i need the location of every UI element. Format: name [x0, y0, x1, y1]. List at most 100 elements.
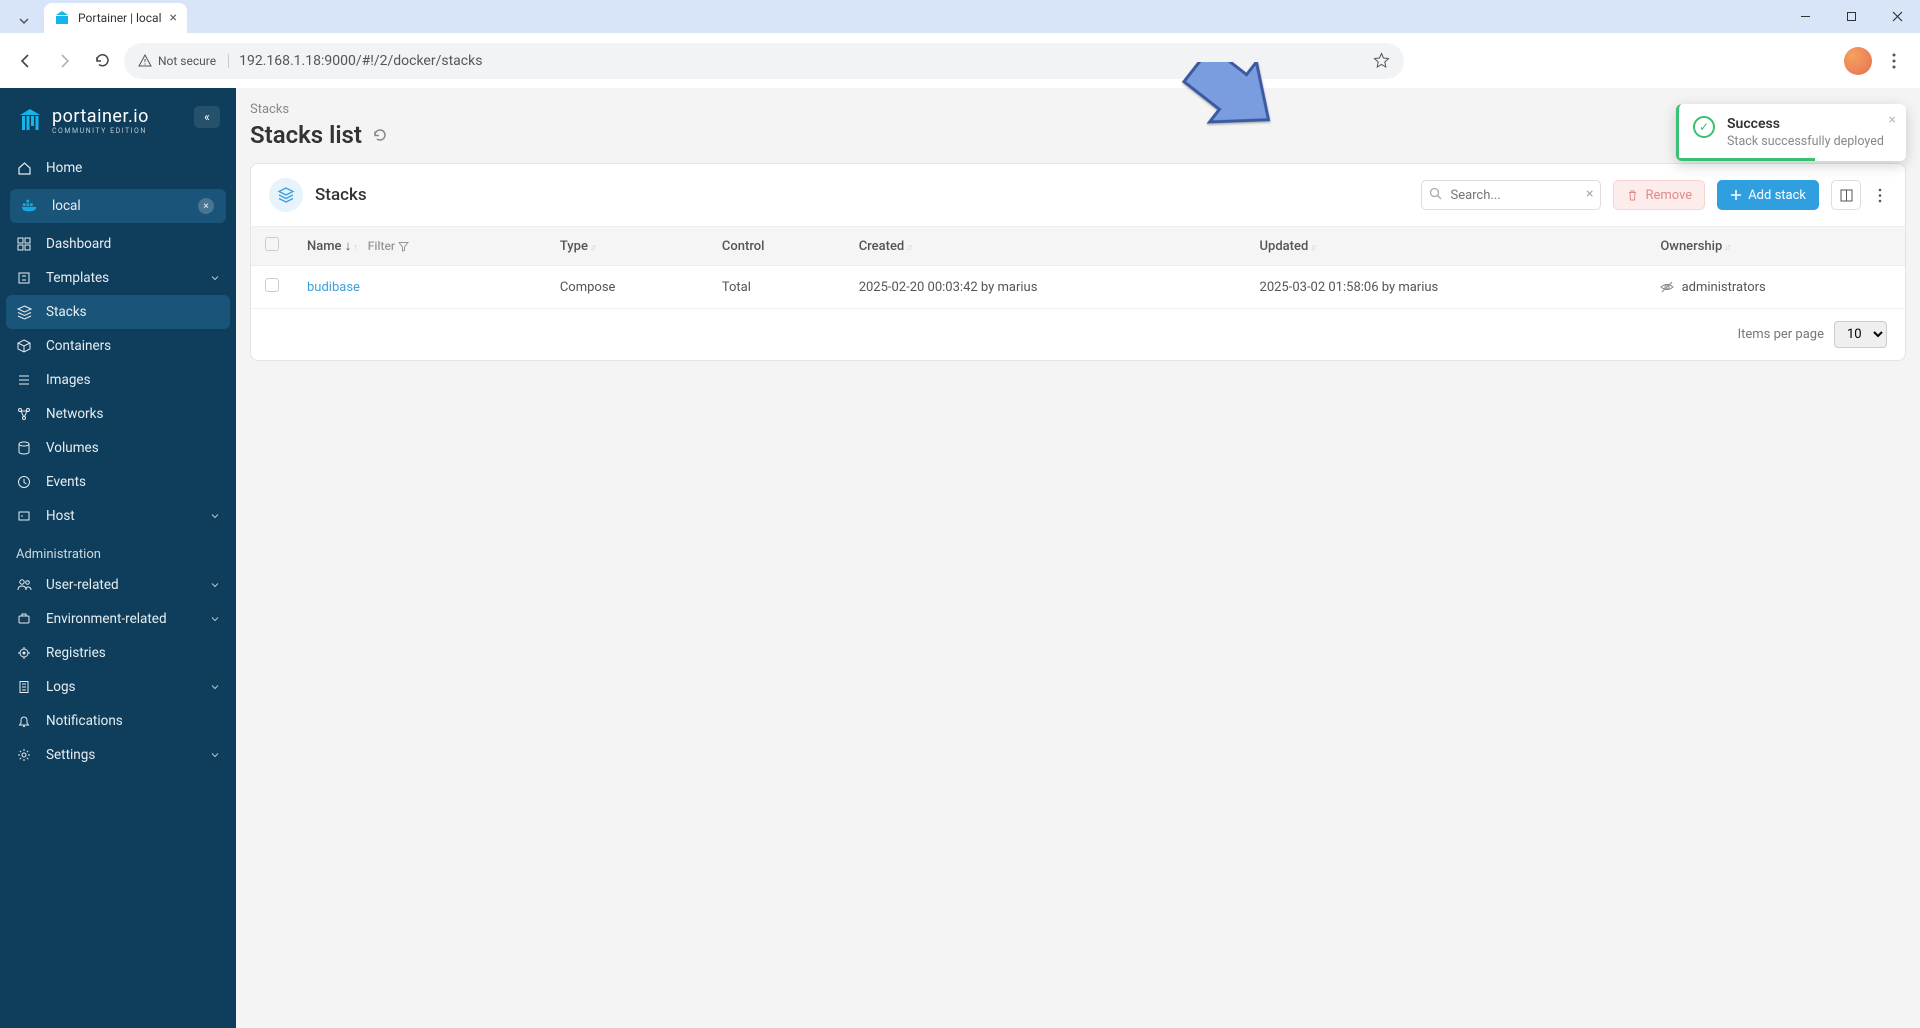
- events-icon: [16, 474, 32, 490]
- sidebar-item-label: Home: [46, 160, 82, 176]
- breadcrumb: Stacks: [250, 102, 1906, 117]
- toast-close-icon[interactable]: ×: [1889, 112, 1896, 128]
- dashboard-icon: [16, 236, 32, 252]
- row-checkbox[interactable]: [265, 278, 279, 292]
- browser-back-button[interactable]: [10, 45, 42, 77]
- tab-close-icon[interactable]: ×: [170, 10, 177, 26]
- chevron-down-icon: [210, 682, 220, 692]
- bookmark-star-icon[interactable]: [1373, 52, 1390, 69]
- columns-button[interactable]: [1831, 180, 1861, 210]
- stack-name-link[interactable]: budibase: [307, 280, 360, 295]
- column-updated[interactable]: Updated↓↑: [1246, 227, 1647, 266]
- tab-title: Portainer | local: [78, 11, 162, 25]
- window-minimize-button[interactable]: [1782, 0, 1828, 33]
- browser-tab[interactable]: Portainer | local ×: [44, 3, 187, 33]
- sidebar-item-label: Events: [46, 474, 86, 490]
- sidebar-item-label: Logs: [46, 679, 76, 695]
- sidebar-item-notifications[interactable]: Notifications: [0, 704, 236, 738]
- cell-ownership: administrators: [1646, 266, 1905, 309]
- plus-icon: [1730, 189, 1742, 201]
- cell-type: Compose: [546, 266, 708, 309]
- bell-icon: [16, 713, 32, 729]
- containers-icon: [16, 338, 32, 354]
- cell-control: Total: [708, 266, 845, 309]
- gear-icon: [16, 747, 32, 763]
- card-title: Stacks: [315, 185, 1409, 205]
- sidebar-item-host[interactable]: Host: [0, 499, 236, 533]
- sidebar-item-label: Stacks: [46, 304, 87, 320]
- home-icon: [16, 160, 32, 176]
- main-content: Stacks Stacks list Stacks × Remove: [236, 88, 1920, 1028]
- sidebar-item-containers[interactable]: Containers: [0, 329, 236, 363]
- sidebar-item-label: Volumes: [46, 440, 99, 456]
- page-title: Stacks list: [250, 121, 1906, 149]
- column-ownership[interactable]: Ownership↓↑: [1646, 227, 1905, 266]
- portainer-favicon-icon: [54, 10, 70, 26]
- column-name[interactable]: Name ↓↑Filter: [293, 227, 546, 266]
- browser-menu-button[interactable]: [1878, 53, 1910, 69]
- sidebar-item-templates[interactable]: Templates: [0, 261, 236, 295]
- refresh-icon[interactable]: [372, 127, 388, 143]
- templates-icon: [16, 270, 32, 286]
- logs-icon: [16, 679, 32, 695]
- filter-icon: [398, 241, 409, 252]
- sidebar-item-label: Networks: [46, 406, 103, 422]
- sidebar-collapse-button[interactable]: «: [194, 106, 220, 128]
- sidebar-item-images[interactable]: Images: [0, 363, 236, 397]
- sidebar-item-user-related[interactable]: User-related: [0, 568, 236, 602]
- browser-reload-button[interactable]: [86, 45, 118, 77]
- sidebar-item-volumes[interactable]: Volumes: [0, 431, 236, 465]
- stacks-card-icon: [269, 178, 303, 212]
- window-close-button[interactable]: [1874, 0, 1920, 33]
- sidebar-item-label: Notifications: [46, 713, 123, 729]
- success-toast: ✓ Success Stack successfully deployed ×: [1676, 104, 1906, 161]
- column-control[interactable]: Control: [708, 227, 845, 266]
- column-created[interactable]: Created↓↑: [845, 227, 1246, 266]
- add-stack-button[interactable]: Add stack: [1717, 180, 1819, 210]
- address-bar[interactable]: Not secure 192.168.1.18:9000/#!/2/docker…: [124, 43, 1404, 79]
- url-text: 192.168.1.18:9000/#!/2/docker/stacks: [239, 53, 482, 69]
- sidebar-item-environment-related[interactable]: Environment-related: [0, 602, 236, 636]
- stacks-icon: [16, 304, 32, 320]
- stacks-table: Name ↓↑Filter Type↓↑ Control Created↓↑ U…: [251, 226, 1905, 309]
- sidebar-item-registries[interactable]: Registries: [0, 636, 236, 670]
- window-maximize-button[interactable]: [1828, 0, 1874, 33]
- warning-icon: [138, 54, 152, 68]
- browser-forward-button[interactable]: [48, 45, 80, 77]
- admin-section-title: Administration: [0, 533, 236, 568]
- table-row: budibase Compose Total 2025-02-20 00:03:…: [251, 266, 1905, 309]
- tab-list-button[interactable]: [12, 9, 36, 33]
- registries-icon: [16, 645, 32, 661]
- host-icon: [16, 508, 32, 524]
- items-per-page-select[interactable]: 10: [1834, 321, 1887, 348]
- search-clear-icon[interactable]: ×: [1586, 186, 1593, 202]
- sidebar: portainer.io COMMUNITY EDITION « Home lo…: [0, 88, 236, 1028]
- cell-updated: 2025-03-02 01:58:06 by marius: [1246, 266, 1647, 309]
- sidebar-item-label: Images: [46, 372, 91, 388]
- networks-icon: [16, 406, 32, 422]
- sidebar-item-label: Containers: [46, 338, 111, 354]
- select-all-checkbox[interactable]: [265, 237, 279, 251]
- sidebar-item-label: Dashboard: [46, 236, 111, 252]
- users-icon: [16, 577, 32, 593]
- sidebar-item-label: Templates: [46, 270, 109, 286]
- sidebar-item-networks[interactable]: Networks: [0, 397, 236, 431]
- sidebar-item-logs[interactable]: Logs: [0, 670, 236, 704]
- sidebar-environment[interactable]: local ×: [10, 189, 226, 223]
- security-indicator[interactable]: Not secure: [138, 54, 229, 68]
- chevron-down-icon: [210, 511, 220, 521]
- sidebar-item-events[interactable]: Events: [0, 465, 236, 499]
- search-box: ×: [1421, 180, 1601, 210]
- search-input[interactable]: [1421, 180, 1601, 210]
- sidebar-item-dashboard[interactable]: Dashboard: [0, 227, 236, 261]
- sidebar-item-settings[interactable]: Settings: [0, 738, 236, 772]
- brand-edition: COMMUNITY EDITION: [52, 127, 149, 135]
- table-menu-button[interactable]: [1873, 188, 1887, 203]
- security-label: Not secure: [158, 54, 216, 68]
- remove-button[interactable]: Remove: [1613, 180, 1705, 210]
- column-type[interactable]: Type↓↑: [546, 227, 708, 266]
- profile-avatar[interactable]: [1844, 47, 1872, 75]
- sidebar-item-home[interactable]: Home: [0, 151, 236, 185]
- sidebar-item-stacks[interactable]: Stacks: [6, 295, 230, 329]
- environment-close-icon[interactable]: ×: [198, 198, 214, 214]
